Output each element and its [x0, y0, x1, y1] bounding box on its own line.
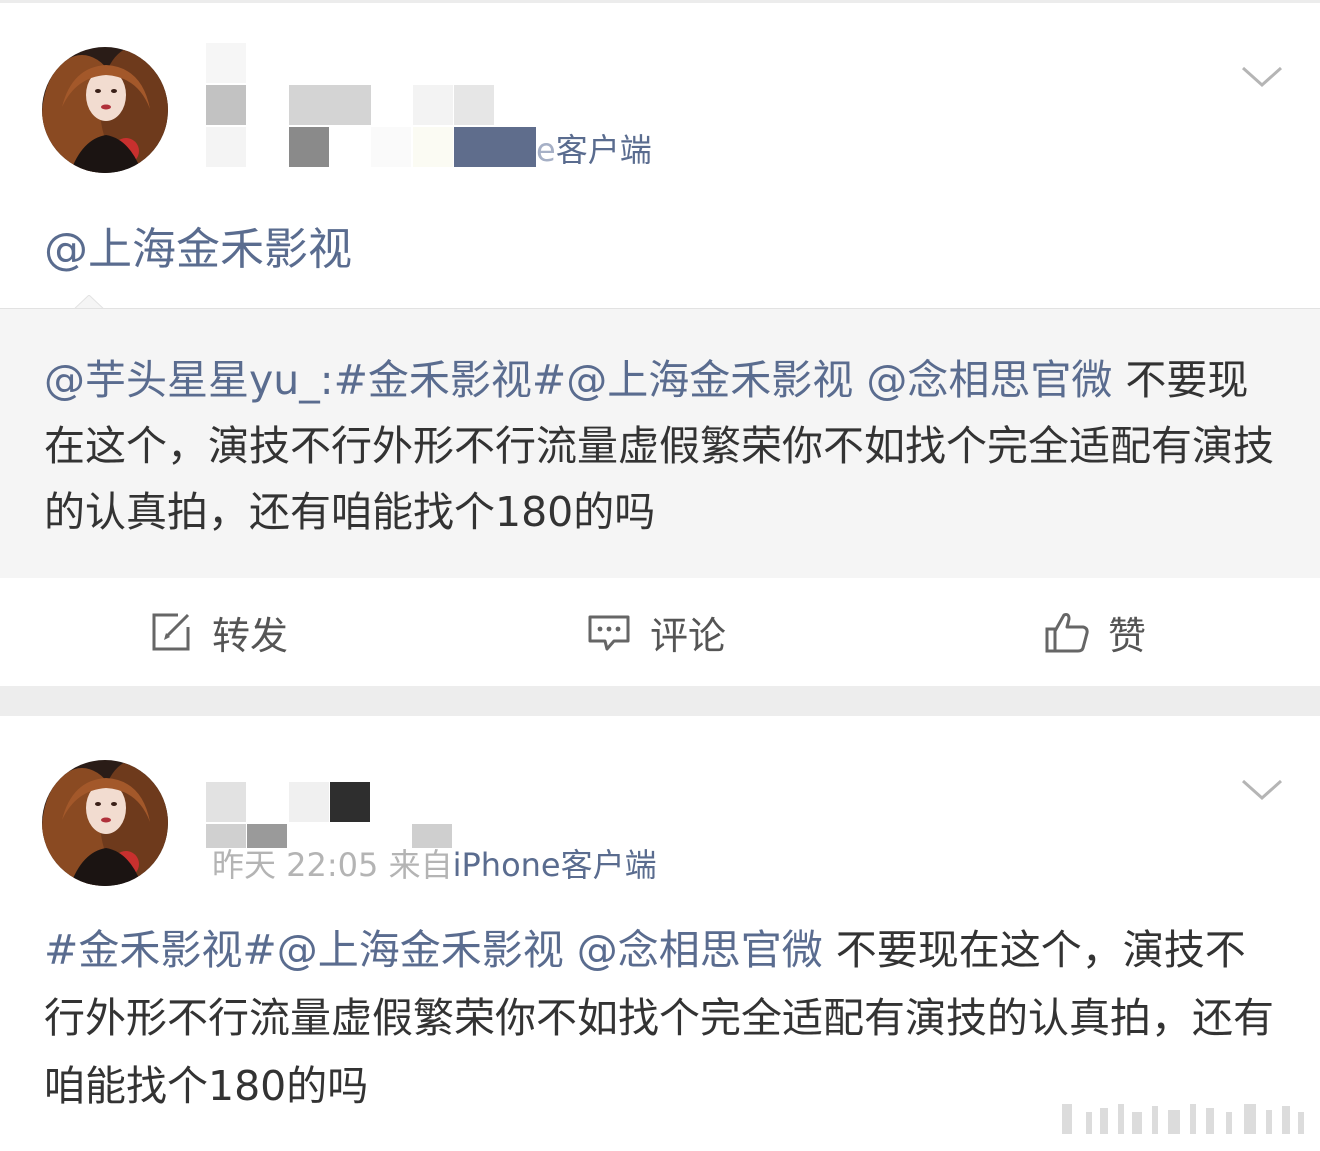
- comment-button[interactable]: 评论: [586, 606, 726, 658]
- like-button[interactable]: 赞: [1044, 606, 1146, 658]
- repost-label: 转发: [212, 613, 289, 658]
- retweet-box[interactable]: @芋头星星yu_:#金禾影视#@上海金禾影视 @念相思官微 不要现在这个，演技不…: [0, 308, 1320, 578]
- post-text: #金禾影视#@上海金禾影视 @念相思官微 不要现在这个，演技不行外形不行流量虚假…: [44, 916, 1284, 1120]
- blurred-username: [413, 85, 453, 125]
- edit-square-icon: [148, 609, 194, 655]
- action-bar: 转发 评论 赞: [0, 578, 1320, 686]
- blurred-username: [454, 85, 494, 125]
- comment-bubble-icon: [586, 609, 632, 655]
- comment-label: 评论: [650, 613, 727, 658]
- avatar[interactable]: [42, 47, 168, 173]
- post-meta: e客户端: [536, 125, 652, 171]
- retweet-colon: :: [319, 356, 334, 404]
- post-card-2: 昨天 22:05 来自iPhone客户端 #金禾影视#@上海金禾影视 @念相思官…: [0, 716, 1320, 1151]
- thumbs-up-icon: [1044, 609, 1090, 655]
- like-label: 赞: [1108, 613, 1147, 658]
- mention-link[interactable]: @念相思官微: [577, 926, 823, 974]
- mention-link[interactable]: @念相思官微: [866, 356, 1112, 404]
- post-time: 昨天 22:05: [212, 846, 379, 884]
- avatar[interactable]: [42, 760, 168, 886]
- retweet-text: @芋头星星yu_:#金禾影视#@上海金禾影视 @念相思官微 不要现在这个，演技不…: [44, 347, 1284, 545]
- mention-link[interactable]: @上海金禾影视: [277, 926, 564, 974]
- mention-link[interactable]: @上海金禾影视: [566, 356, 853, 404]
- client-link[interactable]: iPhone客户端: [453, 846, 657, 884]
- chevron-down-icon[interactable]: [1240, 65, 1284, 89]
- hashtag-link[interactable]: #金禾影视#: [334, 356, 567, 404]
- blurred-meta: [206, 127, 246, 167]
- blurred-username: [206, 782, 246, 822]
- blurred-username: [206, 85, 246, 125]
- repost-button[interactable]: 转发: [148, 606, 288, 658]
- post-card-1: e客户端 @上海金禾影视 @芋头星星yu_:#金禾影视#@上海金禾影视 @念相思…: [0, 3, 1320, 686]
- post-meta: 昨天 22:05 来自iPhone客户端: [212, 840, 657, 886]
- post-from: 来自: [388, 846, 453, 884]
- hashtag-link[interactable]: #金禾影视#: [44, 926, 277, 974]
- blurred-meta: [289, 127, 329, 167]
- blurred-meta: [371, 127, 411, 167]
- blurred-username: [206, 43, 246, 83]
- post-text-mention[interactable]: @上海金禾影视: [44, 213, 352, 277]
- client-link[interactable]: 客户端: [556, 131, 652, 169]
- blurred-username: [330, 782, 370, 822]
- blurred-meta: [454, 127, 536, 167]
- blurred-username: [289, 782, 329, 822]
- feed-separator: [0, 686, 1320, 716]
- watermark-logo: [1062, 1104, 1304, 1134]
- blurred-meta: [413, 127, 453, 167]
- chevron-down-icon[interactable]: [1240, 778, 1284, 802]
- blurred-username: [289, 85, 371, 125]
- client-suffix: e: [536, 131, 556, 169]
- retweet-author-link[interactable]: @芋头星星yu_: [44, 356, 320, 404]
